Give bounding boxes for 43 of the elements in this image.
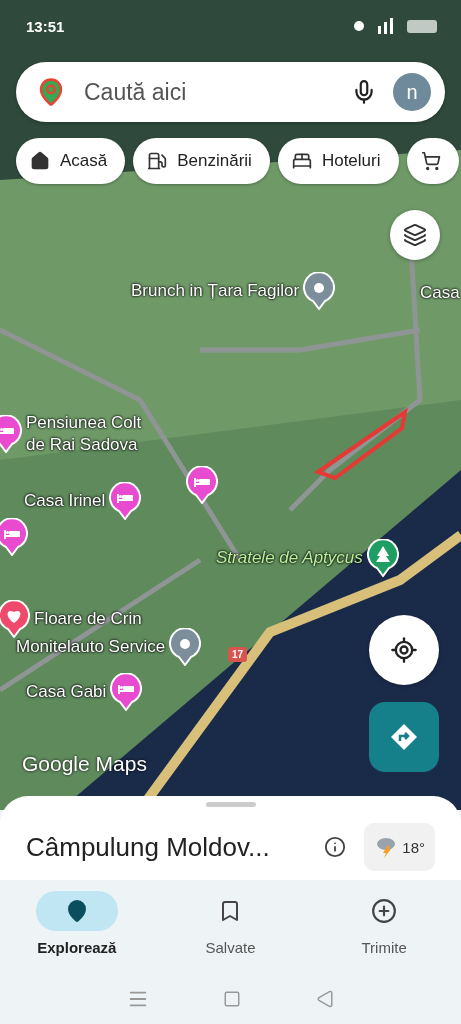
- home-button-icon[interactable]: [223, 990, 242, 1008]
- layers-icon: [403, 223, 427, 247]
- location-pin-icon[interactable]: [169, 628, 202, 666]
- place-label: Casa: [420, 282, 460, 304]
- hotel-pin-icon[interactable]: [0, 518, 28, 556]
- info-icon[interactable]: [324, 836, 347, 858]
- location-title: Câmpulung Moldov...: [26, 831, 271, 863]
- location-status-icon: [354, 21, 364, 31]
- location-pin-icon[interactable]: [303, 272, 336, 310]
- bed-icon: [291, 151, 312, 171]
- directions-button[interactable]: [369, 702, 439, 772]
- road-shield: 17: [228, 647, 248, 662]
- place-label: Floare de Crin: [34, 608, 142, 630]
- place-label: Monitelauto Service: [16, 636, 166, 658]
- place-label: Brunch in Țara Fagilor: [131, 280, 300, 302]
- place-label: Pensiunea Colt de Rai Sadova: [26, 412, 143, 456]
- signal-icon: [378, 18, 393, 34]
- turn-arrow-icon: [389, 722, 419, 752]
- cart-icon: [420, 151, 441, 171]
- search-bar[interactable]: Caută aici n: [16, 62, 445, 122]
- hotel-pin-icon[interactable]: [186, 466, 218, 504]
- plus-circle-icon: [371, 898, 398, 924]
- drag-handle[interactable]: [205, 802, 256, 807]
- tree-pin-icon[interactable]: [366, 539, 399, 577]
- status-time: 13:51: [26, 17, 65, 35]
- place-label: Casa Irinel: [24, 490, 106, 512]
- back-icon[interactable]: [315, 990, 334, 1008]
- hotel-pin-icon[interactable]: [109, 482, 142, 520]
- crosshair-icon: [390, 636, 418, 664]
- nav-tab[interactable]: Trimite: [324, 890, 445, 974]
- profile-avatar[interactable]: n: [393, 73, 431, 111]
- category-chip[interactable]: Acasă: [16, 138, 126, 184]
- place-label: Casa Gabi: [26, 681, 107, 703]
- category-chip[interactable]: Benzinării: [133, 138, 270, 184]
- nav-tab[interactable]: Explorează: [16, 890, 137, 974]
- heart-pin-icon[interactable]: [0, 600, 30, 638]
- map-logo: Google Maps: [22, 752, 147, 776]
- fuel-pump-icon: [147, 151, 168, 171]
- nav-tab[interactable]: Salvate: [170, 890, 291, 974]
- weather-chip[interactable]: 18°: [364, 823, 435, 871]
- category-chip[interactable]: Hoteluri: [277, 138, 399, 184]
- home-icon: [30, 151, 50, 171]
- hotel-pin-icon[interactable]: [110, 673, 143, 711]
